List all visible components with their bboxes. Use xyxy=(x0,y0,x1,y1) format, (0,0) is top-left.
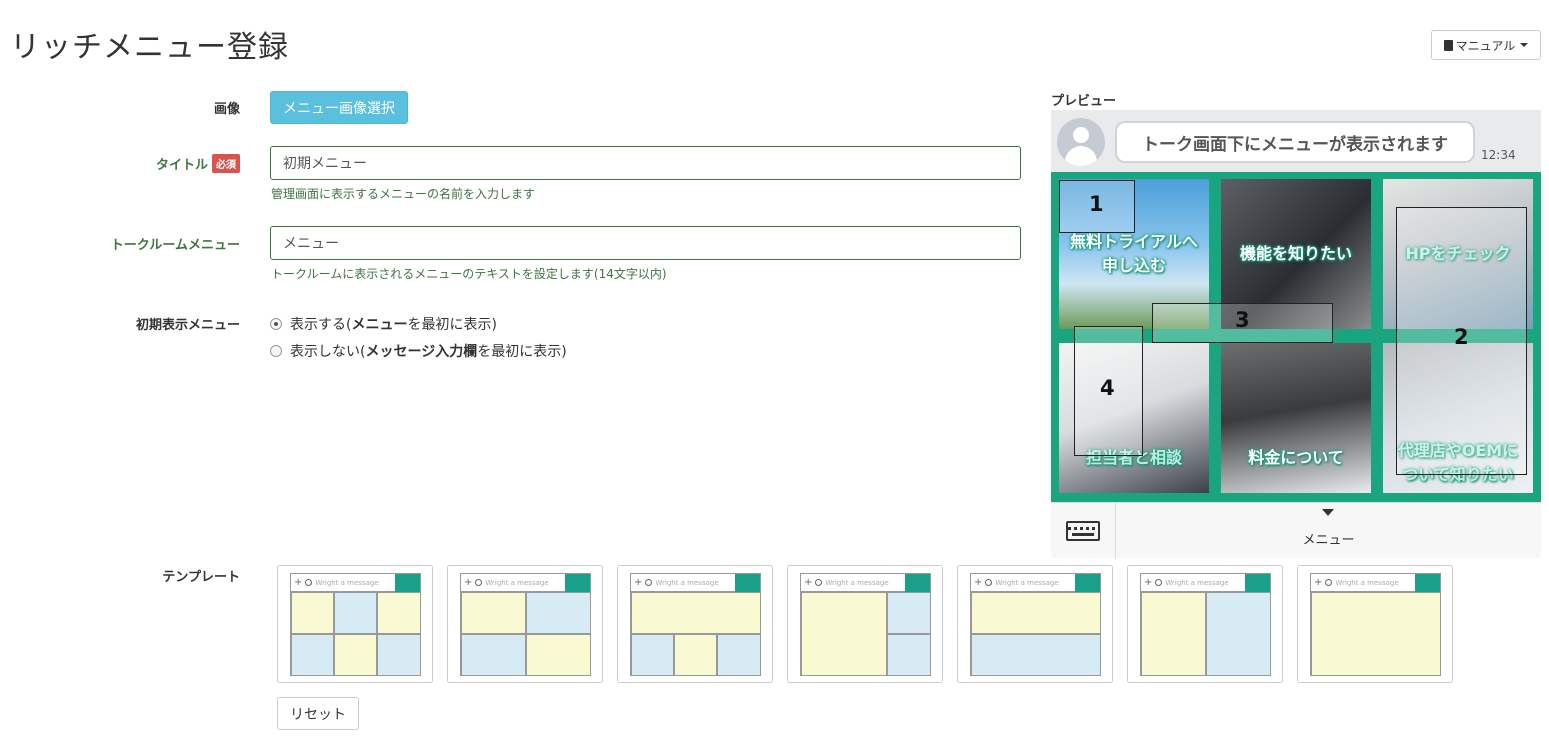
smiley-icon xyxy=(645,579,653,586)
manual-dropdown-button[interactable]: マニュアル xyxy=(1431,30,1541,60)
template-label: テンプレート xyxy=(162,570,240,585)
smiley-icon xyxy=(1155,579,1163,586)
talkroom-menu-help-text: トークルームに表示されるメニューのテキストを設定します(14文字以内) xyxy=(271,267,667,281)
plus-icon: + xyxy=(804,577,813,588)
template-option-2[interactable]: + Wright a message xyxy=(447,565,603,683)
template-option-7[interactable]: + Wright a message xyxy=(1297,565,1453,683)
chat-time: 12:34 xyxy=(1481,148,1516,162)
menu-tile-pricing: 料金について xyxy=(1221,343,1371,493)
title-label: タイトル 必須 xyxy=(0,154,240,173)
manual-label: マニュアル xyxy=(1455,38,1516,53)
talkroom-menu-input[interactable]: メニュー xyxy=(270,226,1021,260)
template-option-6[interactable]: + Wright a message xyxy=(1127,565,1283,683)
book-icon xyxy=(1443,39,1453,51)
plus-icon: + xyxy=(464,577,473,588)
plus-icon: + xyxy=(974,577,983,588)
page-title: リッチメニュー登録 xyxy=(10,30,289,65)
plus-icon: + xyxy=(1314,577,1323,588)
radio-show-input-text: 表示しない(メッセージ入力欄を最初に表示) xyxy=(290,344,567,360)
template-option-1[interactable]: + Wright a message xyxy=(277,565,433,683)
tap-area-3-number: 3 xyxy=(1235,308,1250,332)
radio-show-input[interactable]: 表示しない(メッセージ入力欄を最初に表示) xyxy=(270,341,567,361)
menu-bar[interactable]: メニュー xyxy=(1051,502,1541,559)
rich-menu-image: 無料トライアルへ 申し込む 機能を知りたい HPをチェック 担当者と相談 料金につ… xyxy=(1051,172,1541,502)
required-badge: 必須 xyxy=(212,154,240,173)
template-option-4[interactable]: + Wright a message xyxy=(787,565,943,683)
menu-bar-text: メニュー xyxy=(1302,533,1355,548)
smiley-icon xyxy=(985,579,993,586)
template-option-5[interactable]: + Wright a message xyxy=(957,565,1113,683)
caret-down-icon xyxy=(1520,43,1529,47)
title-label-text: タイトル xyxy=(155,158,208,173)
smiley-icon xyxy=(815,579,823,586)
template-option-3[interactable]: + Wright a message xyxy=(617,565,773,683)
plus-icon: + xyxy=(1144,577,1153,588)
preview-panel: トーク画面下にメニューが表示されます 12:34 無料トライアルへ 申し込む 機能… xyxy=(1051,110,1541,559)
smiley-icon xyxy=(1325,579,1333,586)
tap-area-2-number: 2 xyxy=(1454,325,1469,349)
radio-button-checked[interactable] xyxy=(270,318,282,330)
keyboard-toggle[interactable] xyxy=(1051,503,1116,559)
tap-area-1-number: 1 xyxy=(1089,192,1104,216)
chat-bar: トーク画面下にメニューが表示されます 12:34 xyxy=(1051,110,1541,172)
radio-show-menu[interactable]: 表示する(メニューを最初に表示) xyxy=(270,314,497,334)
preview-label: プレビュー xyxy=(1051,94,1117,109)
title-help-text: 管理画面に表示するメニューの名前を入力します xyxy=(271,187,536,201)
plus-icon: + xyxy=(294,577,303,588)
talkroom-menu-label: トークルームメニュー xyxy=(110,238,240,253)
reset-button[interactable]: リセット xyxy=(277,697,359,730)
smiley-icon xyxy=(475,579,483,586)
smiley-icon xyxy=(305,579,313,586)
title-input[interactable]: 初期メニュー xyxy=(270,146,1021,180)
triangle-down-icon xyxy=(1322,509,1334,516)
tap-area-4-number: 4 xyxy=(1100,376,1115,400)
initial-display-label: 初期表示メニュー xyxy=(135,318,240,333)
plus-icon: + xyxy=(634,577,643,588)
select-menu-image-button[interactable]: メニュー画像選択 xyxy=(270,91,408,124)
image-label: 画像 xyxy=(213,102,240,117)
avatar xyxy=(1057,118,1105,166)
chat-bubble: トーク画面下にメニューが表示されます xyxy=(1115,121,1475,163)
keyboard-icon xyxy=(1066,521,1100,541)
radio-show-menu-text: 表示する(メニューを最初に表示) xyxy=(290,317,497,333)
radio-button-unchecked[interactable] xyxy=(270,345,282,357)
